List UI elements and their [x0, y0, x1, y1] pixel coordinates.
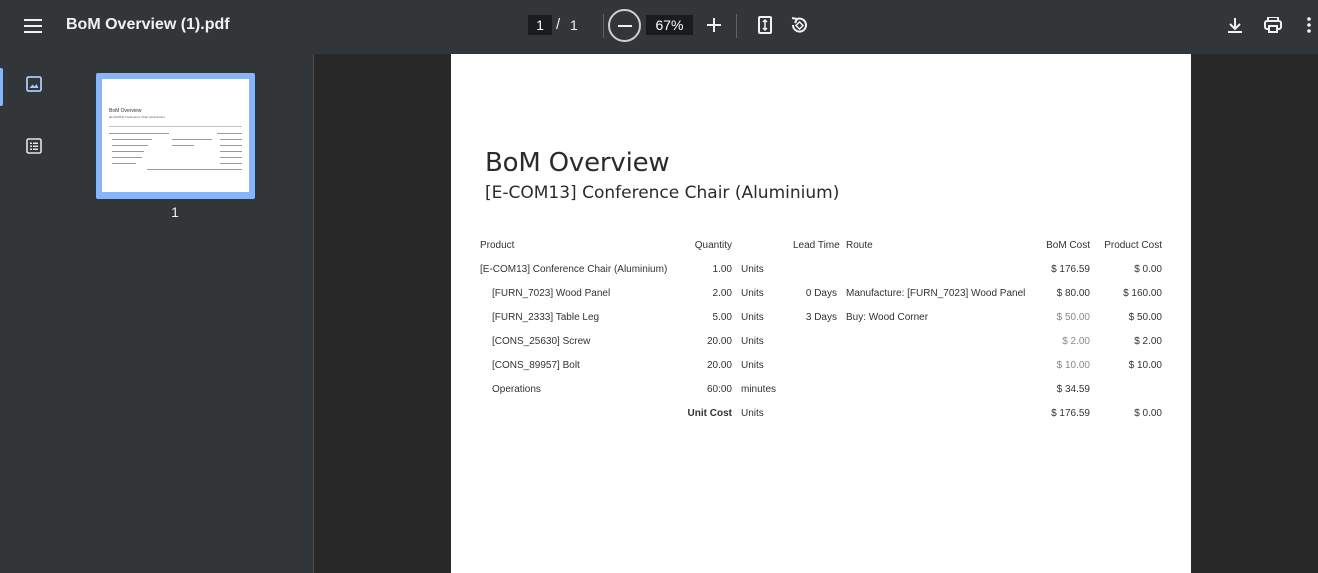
- row-unit: Units: [741, 312, 764, 323]
- header-quantity: Quantity: [694, 240, 732, 251]
- row-bom-cost: $ 10.00: [1056, 360, 1090, 371]
- zoom-out-icon[interactable]: [608, 9, 641, 42]
- unit-cost-unit: Units: [741, 408, 764, 419]
- page-number-input[interactable]: 1: [528, 15, 552, 35]
- row-quantity: 60:00: [706, 384, 732, 395]
- download-icon[interactable]: [1223, 12, 1247, 38]
- toolbar-divider: [736, 14, 737, 38]
- thumbnail-page-number: 1: [171, 204, 179, 220]
- thumbnail-text-line: [112, 157, 142, 158]
- row-bom-cost: $ 80.00: [1056, 288, 1090, 299]
- row-product: [CONS_25630] Screw: [492, 336, 591, 347]
- thumbnail-text-line: [112, 145, 148, 146]
- row-product-cost: $ 50.00: [1128, 312, 1162, 323]
- thumbnail-text-line: [112, 163, 136, 164]
- row-product: [FURN_2333] Table Leg: [492, 312, 600, 323]
- row-product-cost: $ 0.00: [1134, 264, 1162, 275]
- report-subtitle: [E-COM13] Conference Chair (Aluminium): [485, 183, 840, 203]
- thumbnail-text-line: [220, 157, 242, 158]
- row-quantity: 1.00: [712, 264, 732, 275]
- thumbnail-title: BoM Overview: [109, 108, 142, 114]
- thumbnail-page-preview: BoM Overview [E-COM13] Conference Chair …: [102, 79, 249, 192]
- thumbnail-text-line: [172, 145, 194, 146]
- row-bom-cost: $ 2.00: [1062, 336, 1090, 347]
- pdf-toolbar: BoM Overview (1).pdf 1 / 1 67%: [0, 0, 1318, 54]
- document-title: BoM Overview (1).pdf: [66, 16, 230, 33]
- page-separator: /: [556, 16, 561, 33]
- unit-cost-label: Unit Cost: [687, 408, 732, 419]
- thumbnail-text-line: [220, 163, 242, 164]
- thumbnail-text-line: [220, 151, 242, 152]
- row-unit: minutes: [741, 384, 777, 395]
- header-product-cost: Product Cost: [1104, 240, 1162, 251]
- print-icon[interactable]: [1260, 12, 1286, 38]
- thumbnail-text-line: [172, 139, 212, 140]
- thumbnails-tab[interactable]: [0, 68, 68, 106]
- thumbnail-text-line: [112, 151, 144, 152]
- row-unit: Units: [741, 264, 764, 275]
- row-product: [E-COM13] Conference Chair (Aluminium): [480, 264, 668, 275]
- image-icon: [26, 75, 42, 97]
- thumbnail-sidebar: BoM Overview [E-COM13] Conference Chair …: [0, 54, 314, 573]
- header-route: Route: [846, 240, 873, 251]
- unit-cost-bom-cost: $ 176.59: [1051, 408, 1090, 419]
- row-product: Operations: [492, 384, 541, 395]
- header-lead-time: Lead Time: [793, 240, 840, 251]
- toolbar-divider: [603, 14, 604, 38]
- row-product: [CONS_89957] Bolt: [492, 360, 580, 371]
- pdf-viewer[interactable]: BoM Overview [E-COM13] Conference Chair …: [315, 54, 1318, 573]
- row-product-cost: $ 2.00: [1134, 336, 1162, 347]
- unit-cost-product-cost: $ 0.00: [1134, 408, 1162, 419]
- thumbnail-text-line: [147, 169, 242, 170]
- page-thumbnail[interactable]: BoM Overview [E-COM13] Conference Chair …: [96, 73, 255, 199]
- row-product: [FURN_7023] Wood Panel: [492, 288, 611, 299]
- row-route: Buy: Wood Corner: [846, 312, 929, 323]
- row-quantity: 2.00: [712, 288, 732, 299]
- row-product-cost: $ 160.00: [1123, 288, 1162, 299]
- menu-icon[interactable]: [18, 11, 48, 41]
- thumbnail-text-line: [220, 139, 242, 140]
- pdf-page: BoM Overview [E-COM13] Conference Chair …: [451, 54, 1191, 573]
- page-total: 1: [570, 17, 578, 33]
- zoom-level-input[interactable]: 67%: [646, 15, 693, 35]
- header-product: Product: [480, 240, 515, 251]
- row-lead-time: 0 Days: [805, 288, 837, 299]
- row-route: Manufacture: [FURN_7023] Wood Panel: [846, 288, 1026, 299]
- row-bom-cost: $ 176.59: [1051, 264, 1090, 275]
- row-quantity: 5.00: [712, 312, 732, 323]
- thumbnail-subtitle: [E-COM13] Conference Chair (Aluminium): [109, 115, 166, 119]
- row-unit: Units: [741, 360, 764, 371]
- fit-to-page-icon[interactable]: [753, 12, 777, 38]
- thumbnail-text-line: [109, 133, 169, 134]
- row-bom-cost: $ 50.00: [1056, 312, 1090, 323]
- more-options-icon[interactable]: [1301, 12, 1317, 38]
- thumbnail-text-line: [217, 133, 242, 134]
- zoom-in-icon[interactable]: [702, 12, 726, 38]
- row-lead-time: 3 Days: [805, 312, 837, 323]
- row-unit: Units: [741, 288, 764, 299]
- rotate-icon[interactable]: [786, 12, 812, 38]
- row-quantity: 20.00: [706, 360, 732, 371]
- list-icon: [26, 137, 42, 159]
- row-product-cost: $ 10.00: [1128, 360, 1162, 371]
- thumbnail-text-line: [220, 145, 242, 146]
- row-unit: Units: [741, 336, 764, 347]
- thumbnail-text-line: [112, 139, 152, 140]
- row-quantity: 20.00: [706, 336, 732, 347]
- thumbnail-text-line: [109, 126, 242, 127]
- row-bom-cost: $ 34.59: [1056, 384, 1090, 395]
- outline-tab[interactable]: [0, 130, 68, 166]
- report-title: BoM Overview: [485, 148, 670, 178]
- header-bom-cost: BoM Cost: [1046, 240, 1090, 251]
